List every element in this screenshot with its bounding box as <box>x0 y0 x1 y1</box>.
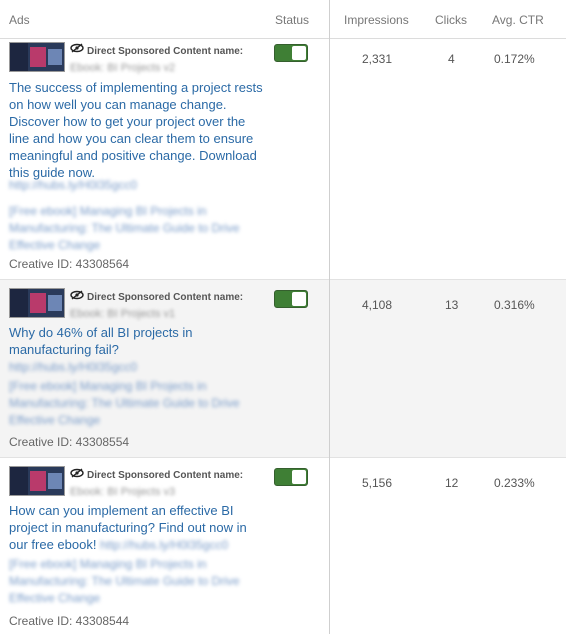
status-toggle[interactable] <box>274 290 308 308</box>
ad-name[interactable]: Ebook: BI Projects v3 <box>70 486 175 498</box>
creative-id: Creative ID: 43308544 <box>9 614 130 628</box>
table-header: Ads Status Impressions Clicks Avg. CTR <box>0 0 566 39</box>
intro-text: Why do 46% of all BI projects in manufac… <box>9 325 193 357</box>
ad-link[interactable]: http://hubs.ly/H0l35gcc0 <box>100 538 228 552</box>
ctr-value: 0.316% <box>494 298 535 312</box>
table-row: Direct Sponsored Content name: Ebook: BI… <box>0 39 566 280</box>
clicks-value: 13 <box>445 298 459 312</box>
column-header-ads[interactable]: Ads <box>9 13 30 27</box>
impressions-value: 2,331 <box>362 52 393 66</box>
clicks-value: 12 <box>445 476 459 490</box>
status-toggle[interactable] <box>274 44 308 62</box>
ctr-value: 0.172% <box>494 52 535 66</box>
intro-text: The success of implementing a project re… <box>9 80 263 180</box>
column-header-impressions[interactable]: Impressions <box>344 13 409 27</box>
ad-name[interactable]: Ebook: BI Projects v1 <box>70 308 175 320</box>
ad-intro-text: Why do 46% of all BI projects in manufac… <box>9 324 249 358</box>
column-header-clicks[interactable]: Clicks <box>435 13 467 27</box>
impressions-value: 5,156 <box>362 476 393 490</box>
clicks-value: 4 <box>448 52 455 66</box>
table-row: Direct Sponsored Content name: Ebook: BI… <box>0 280 566 458</box>
creative-id: Creative ID: 43308564 <box>9 257 130 271</box>
ad-type-label: Direct Sponsored Content name: <box>87 292 244 303</box>
ad-headline[interactable]: [Free ebook] Managing BI Projects in Man… <box>9 556 249 607</box>
ad-name[interactable]: Ebook: BI Projects v2 <box>70 62 175 74</box>
column-header-ctr[interactable]: Avg. CTR <box>492 13 544 27</box>
ctr-value: 0.233% <box>494 476 535 490</box>
ad-type-label: Direct Sponsored Content name: <box>87 470 244 481</box>
impressions-value: 4,108 <box>362 298 393 312</box>
column-divider <box>329 0 330 634</box>
ad-thumbnail[interactable] <box>9 42 65 72</box>
eye-slash-icon <box>70 290 84 303</box>
eye-slash-icon <box>70 468 84 481</box>
creative-id: Creative ID: 43308554 <box>9 435 130 449</box>
ad-thumbnail[interactable] <box>9 466 65 496</box>
ad-link[interactable]: http://hubs.ly/H0l35gcc0 <box>9 177 249 194</box>
table-row: Direct Sponsored Content name: Ebook: BI… <box>0 458 566 634</box>
column-header-status[interactable]: Status <box>275 13 309 27</box>
ad-headline[interactable]: [Free ebook] Managing BI Projects in Man… <box>9 203 249 254</box>
ad-link[interactable]: http://hubs.ly/H0l35gcc0 <box>9 359 249 376</box>
ad-headline[interactable]: [Free ebook] Managing BI Projects in Man… <box>9 378 249 429</box>
ad-type-label: Direct Sponsored Content name: <box>87 46 244 57</box>
eye-slash-icon <box>70 43 84 56</box>
ad-thumbnail[interactable] <box>9 288 65 318</box>
ad-intro-text: The success of implementing a project re… <box>9 79 269 181</box>
status-toggle[interactable] <box>274 468 308 486</box>
ad-intro-text: How can you implement an effective BI pr… <box>9 502 259 554</box>
